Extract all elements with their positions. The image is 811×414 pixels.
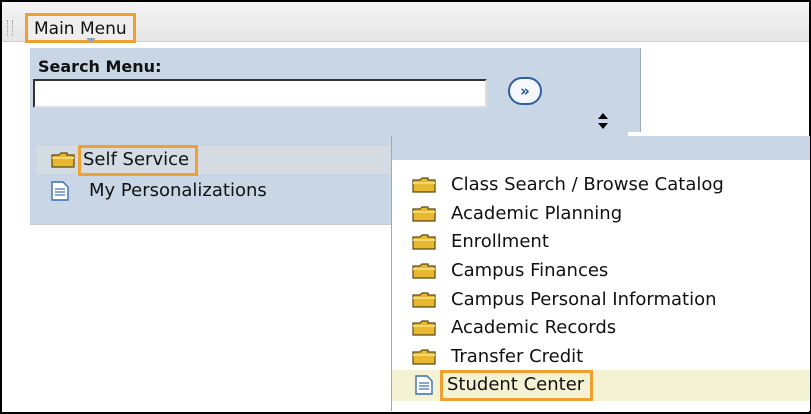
- submenu-item-academic-planning[interactable]: Academic Planning: [412, 200, 810, 228]
- search-menu-label: Search Menu:: [38, 57, 162, 76]
- submenu-item-label: Academic Planning: [451, 203, 623, 224]
- submenu-item-label: Enrollment: [451, 231, 549, 252]
- search-input[interactable]: [33, 79, 487, 108]
- submenu-item-label: Class Search / Browse Catalog: [451, 174, 724, 195]
- folder-icon: [51, 152, 75, 168]
- self-service-highlight: Self Service: [78, 144, 199, 176]
- menu-item-self-service[interactable]: Self Service: [37, 144, 398, 176]
- folder-icon: [412, 177, 436, 193]
- dropdown-pointer-icon: [86, 38, 96, 43]
- submenu-item-campus-personal-information[interactable]: Campus Personal Information: [412, 286, 810, 314]
- folder-icon: [412, 292, 436, 308]
- main-menu-button[interactable]: Main Menu: [25, 13, 136, 43]
- menu-item-label: Self Service: [83, 149, 190, 170]
- submenu-item-label: Academic Records: [451, 317, 617, 338]
- search-go-button[interactable]: »: [508, 77, 542, 105]
- drag-grip-icon[interactable]: [7, 20, 13, 36]
- folder-icon: [412, 206, 436, 222]
- document-icon: [415, 375, 433, 395]
- submenu-item-label: Campus Personal Information: [451, 289, 717, 310]
- submenu-header: [392, 136, 810, 160]
- submenu-item-label: Student Center: [447, 374, 585, 395]
- menu-item-my-personalizations[interactable]: My Personalizations: [37, 177, 398, 205]
- submenu-item-academic-records[interactable]: Academic Records: [412, 314, 810, 342]
- submenu-item-label: Campus Finances: [451, 260, 609, 281]
- submenu-item-enrollment[interactable]: Enrollment: [412, 228, 810, 256]
- menu-item-label: My Personalizations: [89, 180, 267, 201]
- submenu-item-transfer-credit[interactable]: Transfer Credit: [412, 343, 810, 371]
- folder-icon: [412, 263, 436, 279]
- submenu-item-campus-finances[interactable]: Campus Finances: [412, 257, 810, 285]
- main-menu-label: Main Menu: [34, 19, 127, 39]
- student-center-highlight: Student Center: [440, 369, 594, 401]
- main-menu-panel-extension: [628, 48, 640, 132]
- submenu-item-student-center[interactable]: Student Center: [412, 369, 810, 401]
- folder-icon: [412, 349, 436, 365]
- submenu-item-class-search[interactable]: Class Search / Browse Catalog: [412, 171, 810, 199]
- submenu-item-label: Transfer Credit: [451, 346, 584, 367]
- document-icon: [51, 181, 69, 201]
- main-menu-panel-edge: [640, 48, 641, 132]
- folder-icon: [412, 320, 436, 336]
- sort-arrows-icon[interactable]: [597, 111, 609, 131]
- folder-icon: [412, 234, 436, 250]
